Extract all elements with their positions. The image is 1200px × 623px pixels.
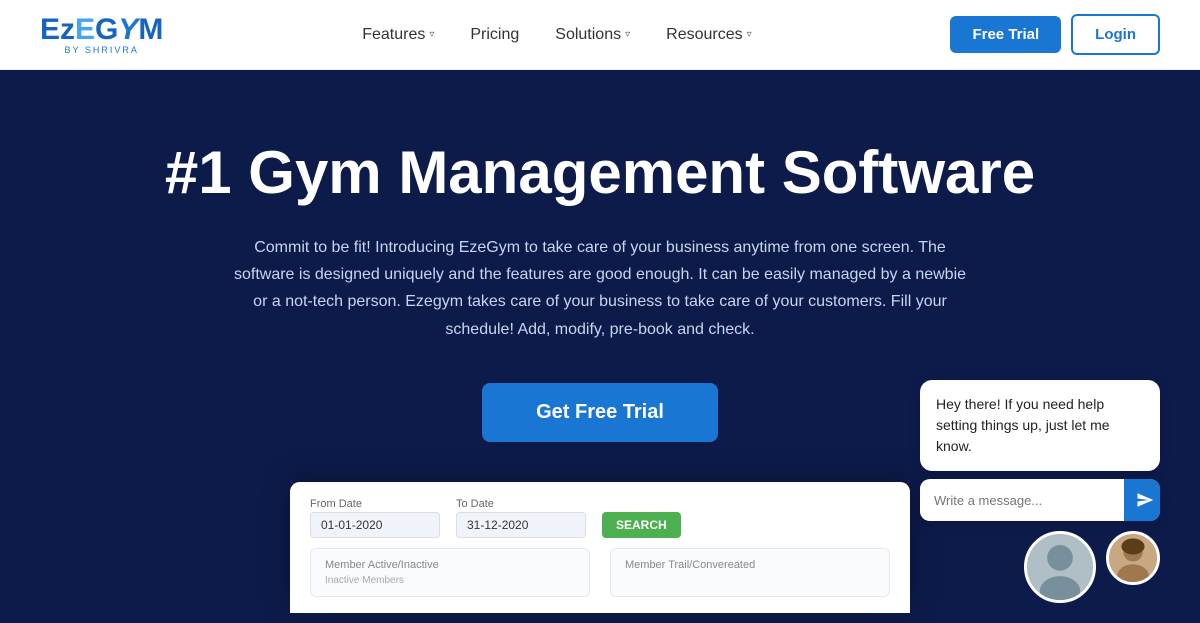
chevron-down-icon: ▿: [429, 29, 434, 40]
logo-sub: BY SHRIVRA: [40, 45, 163, 55]
avatar-man: [1024, 531, 1096, 603]
chat-send-button[interactable]: [1124, 479, 1160, 521]
to-date-label: To Date: [456, 498, 586, 510]
hero-title: #1 Gym Management Software: [165, 140, 1035, 206]
member-active-card: Member Active/Inactive Inactive Members: [310, 548, 590, 597]
dashboard-preview: From Date To Date SEARCH Member Active/I…: [290, 482, 910, 613]
card1-sub: Inactive Members: [325, 575, 575, 586]
avatar-woman: [1106, 531, 1160, 585]
chat-bubble: Hey there! If you need help setting thin…: [920, 380, 1160, 471]
to-date-input[interactable]: [456, 512, 586, 538]
card2-title: Member Trail/Convereated: [625, 559, 875, 571]
from-date-input[interactable]: [310, 512, 440, 538]
hero-section: #1 Gym Management Software Commit to be …: [0, 70, 1200, 623]
card1-title: Member Active/Inactive: [325, 559, 575, 571]
nav-links: Features ▿ Pricing Solutions ▿ Resources…: [362, 26, 751, 44]
chevron-down-icon: ▿: [747, 29, 752, 40]
nav-login-button[interactable]: Login: [1071, 14, 1160, 55]
nav-actions: Free Trial Login: [950, 14, 1160, 55]
chat-input-row: [920, 479, 1160, 521]
nav-item-pricing[interactable]: Pricing: [470, 26, 519, 44]
hero-description: Commit to be fit! Introducing EzeGym to …: [225, 234, 975, 343]
member-trail-card: Member Trail/Convereated: [610, 548, 890, 597]
nav-item-features[interactable]: Features ▿: [362, 26, 434, 44]
chat-message-input[interactable]: [920, 481, 1124, 520]
chevron-down-icon: ▿: [625, 29, 630, 40]
navbar: EzEGYM BY SHRIVRA Features ▿ Pricing Sol…: [0, 0, 1200, 70]
nav-item-resources[interactable]: Resources ▿: [666, 26, 752, 44]
nav-free-trial-button[interactable]: Free Trial: [950, 16, 1061, 53]
from-date-label: From Date: [310, 498, 440, 510]
logo[interactable]: EzEGYM BY SHRIVRA: [40, 15, 163, 55]
chat-widget: Hey there! If you need help setting thin…: [920, 380, 1160, 603]
nav-item-solutions[interactable]: Solutions ▿: [555, 26, 630, 44]
get-free-trial-button[interactable]: Get Free Trial: [482, 383, 718, 442]
search-button[interactable]: SEARCH: [602, 512, 681, 538]
send-icon: [1136, 491, 1154, 509]
